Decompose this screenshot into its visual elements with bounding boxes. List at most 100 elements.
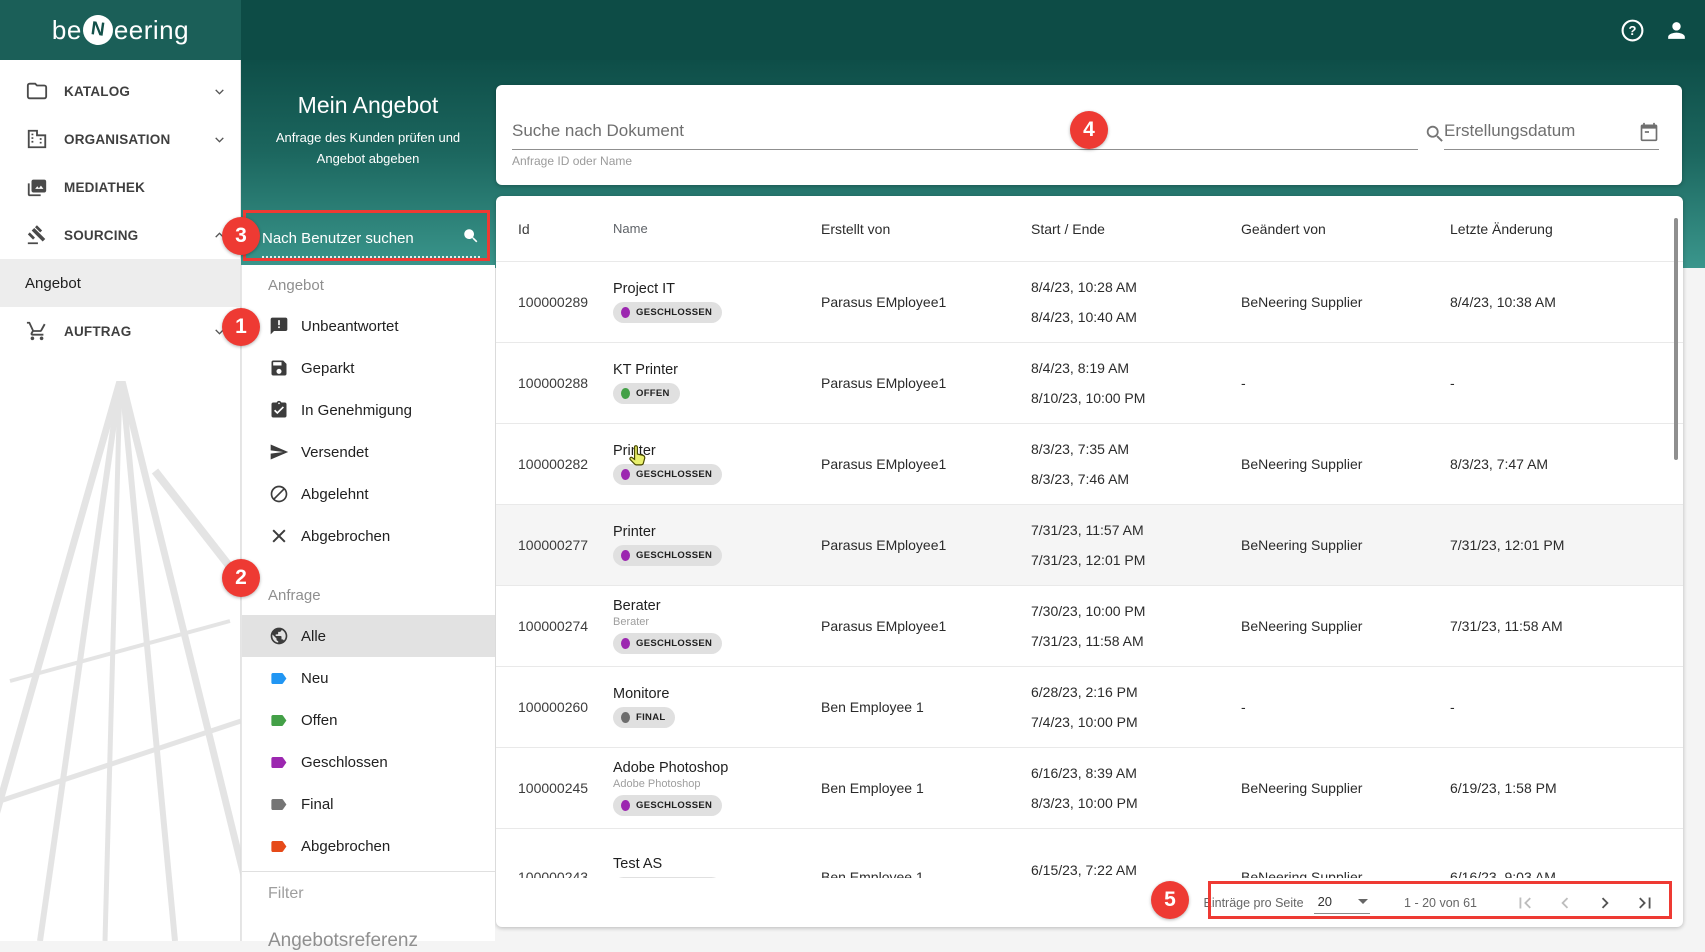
calendar-icon[interactable] [1639, 122, 1659, 142]
sidebar-item-sourcing[interactable]: SOURCING [0, 211, 240, 259]
status-dot-icon [621, 800, 630, 811]
app-logo: beNeering [52, 15, 189, 46]
table-row[interactable]: 100000289 Project IT GESCHLOSSEN Parasus… [496, 261, 1683, 342]
filter-item-label: Neu [301, 670, 329, 687]
sidebar-item-label: ORGANISATION [64, 132, 212, 147]
table-row[interactable]: 100000260 Monitore FINAL Ben Employee 1 … [496, 666, 1683, 747]
annotation-step-4: 4 [1070, 111, 1108, 149]
page-subtitle: Anfrage des Kunden prüfen und Angebot ab… [253, 128, 483, 170]
filter-item-abgebrochen-anfrage[interactable]: Abgebrochen [242, 825, 495, 867]
cell-id: 100000243 [518, 869, 613, 879]
document-link[interactable]: Test AS [613, 856, 662, 872]
filter-item-in-genehmigung[interactable]: In Genehmigung [242, 389, 495, 431]
filter-item-unbeantwortet[interactable]: Unbeantwortet [242, 305, 495, 347]
table-body: 100000289 Project IT GESCHLOSSEN Parasus… [496, 261, 1683, 878]
send-icon [268, 442, 289, 463]
cell-start-ende: 7/31/23, 11:57 AM 7/31/23, 12:01 PM [1031, 522, 1241, 568]
document-link[interactable]: Printer [613, 524, 656, 540]
filter-item-abgebrochen-angebot[interactable]: Abgebrochen [242, 515, 495, 557]
cell-created-by: Parasus EMployee1 [821, 618, 1031, 634]
tag-icon [268, 752, 289, 773]
creation-date-input[interactable] [1444, 121, 1639, 149]
filter-item-label: Final [301, 796, 334, 813]
end-date: 8/4/23, 10:40 AM [1031, 309, 1241, 325]
document-search-input[interactable] [512, 121, 1418, 149]
help-icon[interactable]: ? [1619, 17, 1645, 43]
status-badge: GESCHLOSSEN [613, 545, 722, 566]
cell-start-ende: 6/28/23, 2:16 PM 7/4/23, 10:00 PM [1031, 684, 1241, 730]
filter-item-versendet[interactable]: Versendet [242, 431, 495, 473]
document-subtitle: Berater [613, 616, 821, 628]
document-link[interactable]: KT Printer [613, 362, 678, 378]
status-text: FINAL [636, 712, 665, 723]
building-watermark [0, 381, 241, 941]
cell-id: 100000288 [518, 375, 613, 391]
user-icon[interactable] [1663, 17, 1689, 43]
filter-item-geschlossen[interactable]: Geschlossen [242, 741, 495, 783]
search-icon[interactable] [1424, 123, 1446, 145]
feedback-icon [268, 316, 289, 337]
sidebar-item-organisation[interactable]: ORGANISATION [0, 115, 240, 163]
cell-name: KT Printer OFFEN [613, 362, 821, 404]
status-dot-icon [621, 469, 630, 480]
cell-last-change: - [1450, 699, 1683, 715]
cell-created-by: Parasus EMployee1 [821, 456, 1031, 472]
column-header-start-ende: Start / Ende [1031, 221, 1241, 237]
document-link[interactable]: Monitore [613, 686, 669, 702]
filter-item-abgelehnt[interactable]: Abgelehnt [242, 473, 495, 515]
table-row[interactable]: 100000243 Test AS GESCHLOSSEN Ben Employ… [496, 828, 1683, 878]
main-sidebar: KATALOG ORGANISATION MEDIATHEK SOURCING … [0, 60, 241, 941]
cell-changed-by: BeNeering Supplier [1241, 618, 1450, 634]
start-date: 7/31/23, 11:57 AM [1031, 522, 1241, 538]
cell-id: 100000274 [518, 618, 613, 634]
cell-start-ende: 8/4/23, 8:19 AM 8/10/23, 10:00 PM [1031, 360, 1241, 406]
filter-item-label: Abgelehnt [301, 486, 369, 503]
filter-item-geparkt[interactable]: Geparkt [242, 347, 495, 389]
cell-id: 100000245 [518, 780, 613, 796]
filter-item-alle[interactable]: Alle [242, 615, 495, 657]
table-row[interactable]: 100000282 Printer GESCHLOSSEN Parasus EM… [496, 423, 1683, 504]
document-link[interactable]: Printer [613, 443, 656, 459]
end-date: 7/31/23, 12:01 PM [1031, 552, 1241, 568]
document-link[interactable]: Project IT [613, 281, 675, 297]
cart-icon [26, 320, 48, 342]
document-link[interactable]: Berater [613, 598, 661, 614]
folder-icon [26, 80, 48, 102]
filter-item-offen[interactable]: Offen [242, 699, 495, 741]
sidebar-item-mediathek[interactable]: MEDIATHEK [0, 163, 240, 211]
svg-text:?: ? [1628, 23, 1636, 38]
cell-created-by: Parasus EMployee1 [821, 537, 1031, 553]
sidebar-item-label: AUFTRAG [64, 324, 212, 339]
vertical-scrollbar[interactable] [1674, 218, 1678, 460]
table-row[interactable]: 100000245 Adobe Photoshop Adobe Photosho… [496, 747, 1683, 828]
block-icon [268, 484, 289, 505]
document-search-hint: Anfrage ID oder Name [512, 154, 632, 168]
creation-date-field[interactable] [1444, 113, 1659, 150]
cell-id: 100000289 [518, 294, 613, 310]
logo-text-post: eering [114, 15, 189, 46]
column-header-erstellt-von: Erstellt von [821, 221, 1031, 237]
sidebar-item-auftrag[interactable]: AUFTRAG [0, 307, 240, 355]
cell-last-change: 7/31/23, 12:01 PM [1450, 537, 1683, 553]
annotation-step-5: 5 [1151, 881, 1189, 919]
filter-item-label: Alle [301, 628, 326, 645]
sidebar-item-katalog[interactable]: KATALOG [0, 67, 240, 115]
logo-n-icon: N [81, 13, 115, 47]
start-date: 6/16/23, 8:39 AM [1031, 765, 1241, 781]
status-badge: GESCHLOSSEN [613, 302, 722, 323]
cell-created-by: Parasus EMployee1 [821, 375, 1031, 391]
document-search-field[interactable] [512, 113, 1418, 150]
filter-item-final[interactable]: Final [242, 783, 495, 825]
cell-name: Berater Berater GESCHLOSSEN [613, 598, 821, 654]
status-dot-icon [621, 388, 630, 399]
column-header-letzte-aenderung: Letzte Änderung [1450, 221, 1683, 237]
end-date: 7/31/23, 11:58 AM [1031, 633, 1241, 649]
table-row[interactable]: 100000277 Printer GESCHLOSSEN Parasus EM… [496, 504, 1683, 585]
document-link[interactable]: Adobe Photoshop [613, 760, 728, 776]
table-row[interactable]: 100000288 KT Printer OFFEN Parasus EMplo… [496, 342, 1683, 423]
status-text: GESCHLOSSEN [636, 638, 712, 649]
filter-item-neu[interactable]: Neu [242, 657, 495, 699]
cell-last-change: 8/3/23, 7:47 AM [1450, 456, 1683, 472]
table-row[interactable]: 100000274 Berater Berater GESCHLOSSEN Pa… [496, 585, 1683, 666]
sidebar-item-angebot[interactable]: Angebot [0, 259, 240, 307]
